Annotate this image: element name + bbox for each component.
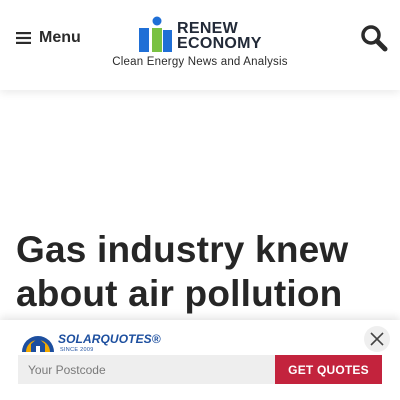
hamburger-icon: [16, 32, 31, 44]
logo-mark-icon: [139, 16, 172, 52]
menu-label: Menu: [39, 29, 81, 46]
promo-brand-name: SOLARQUOTES®: [58, 332, 161, 346]
site-logo[interactable]: RENEW ECONOMY: [139, 16, 264, 52]
promo-banner: SOLARQUOTES® SINCE 2009 GET QUOTES: [0, 320, 400, 400]
solarquotes-house-icon: [22, 336, 54, 352]
site-header: Menu RENEW ECONOMY Clean Energy News and…: [0, 0, 400, 90]
search-button[interactable]: [360, 24, 388, 52]
site-tagline: Clean Energy News and Analysis: [112, 56, 288, 68]
promo-logo[interactable]: SOLARQUOTES® SINCE 2009: [20, 326, 161, 354]
get-quotes-button[interactable]: GET QUOTES: [275, 355, 382, 384]
menu-button[interactable]: Menu: [16, 26, 81, 50]
logo-word-economy: ECONOMY: [177, 35, 262, 52]
close-promo-button[interactable]: [364, 326, 390, 352]
promo-since-text: SINCE 2009: [60, 347, 94, 353]
postcode-input[interactable]: [18, 355, 275, 384]
article-headline: Gas industry knew about air pollution: [16, 229, 349, 314]
search-icon: [361, 25, 388, 52]
page: Menu RENEW ECONOMY Clean Energy News and…: [0, 0, 400, 400]
close-icon: [370, 332, 384, 346]
ad-space: [0, 90, 400, 220]
